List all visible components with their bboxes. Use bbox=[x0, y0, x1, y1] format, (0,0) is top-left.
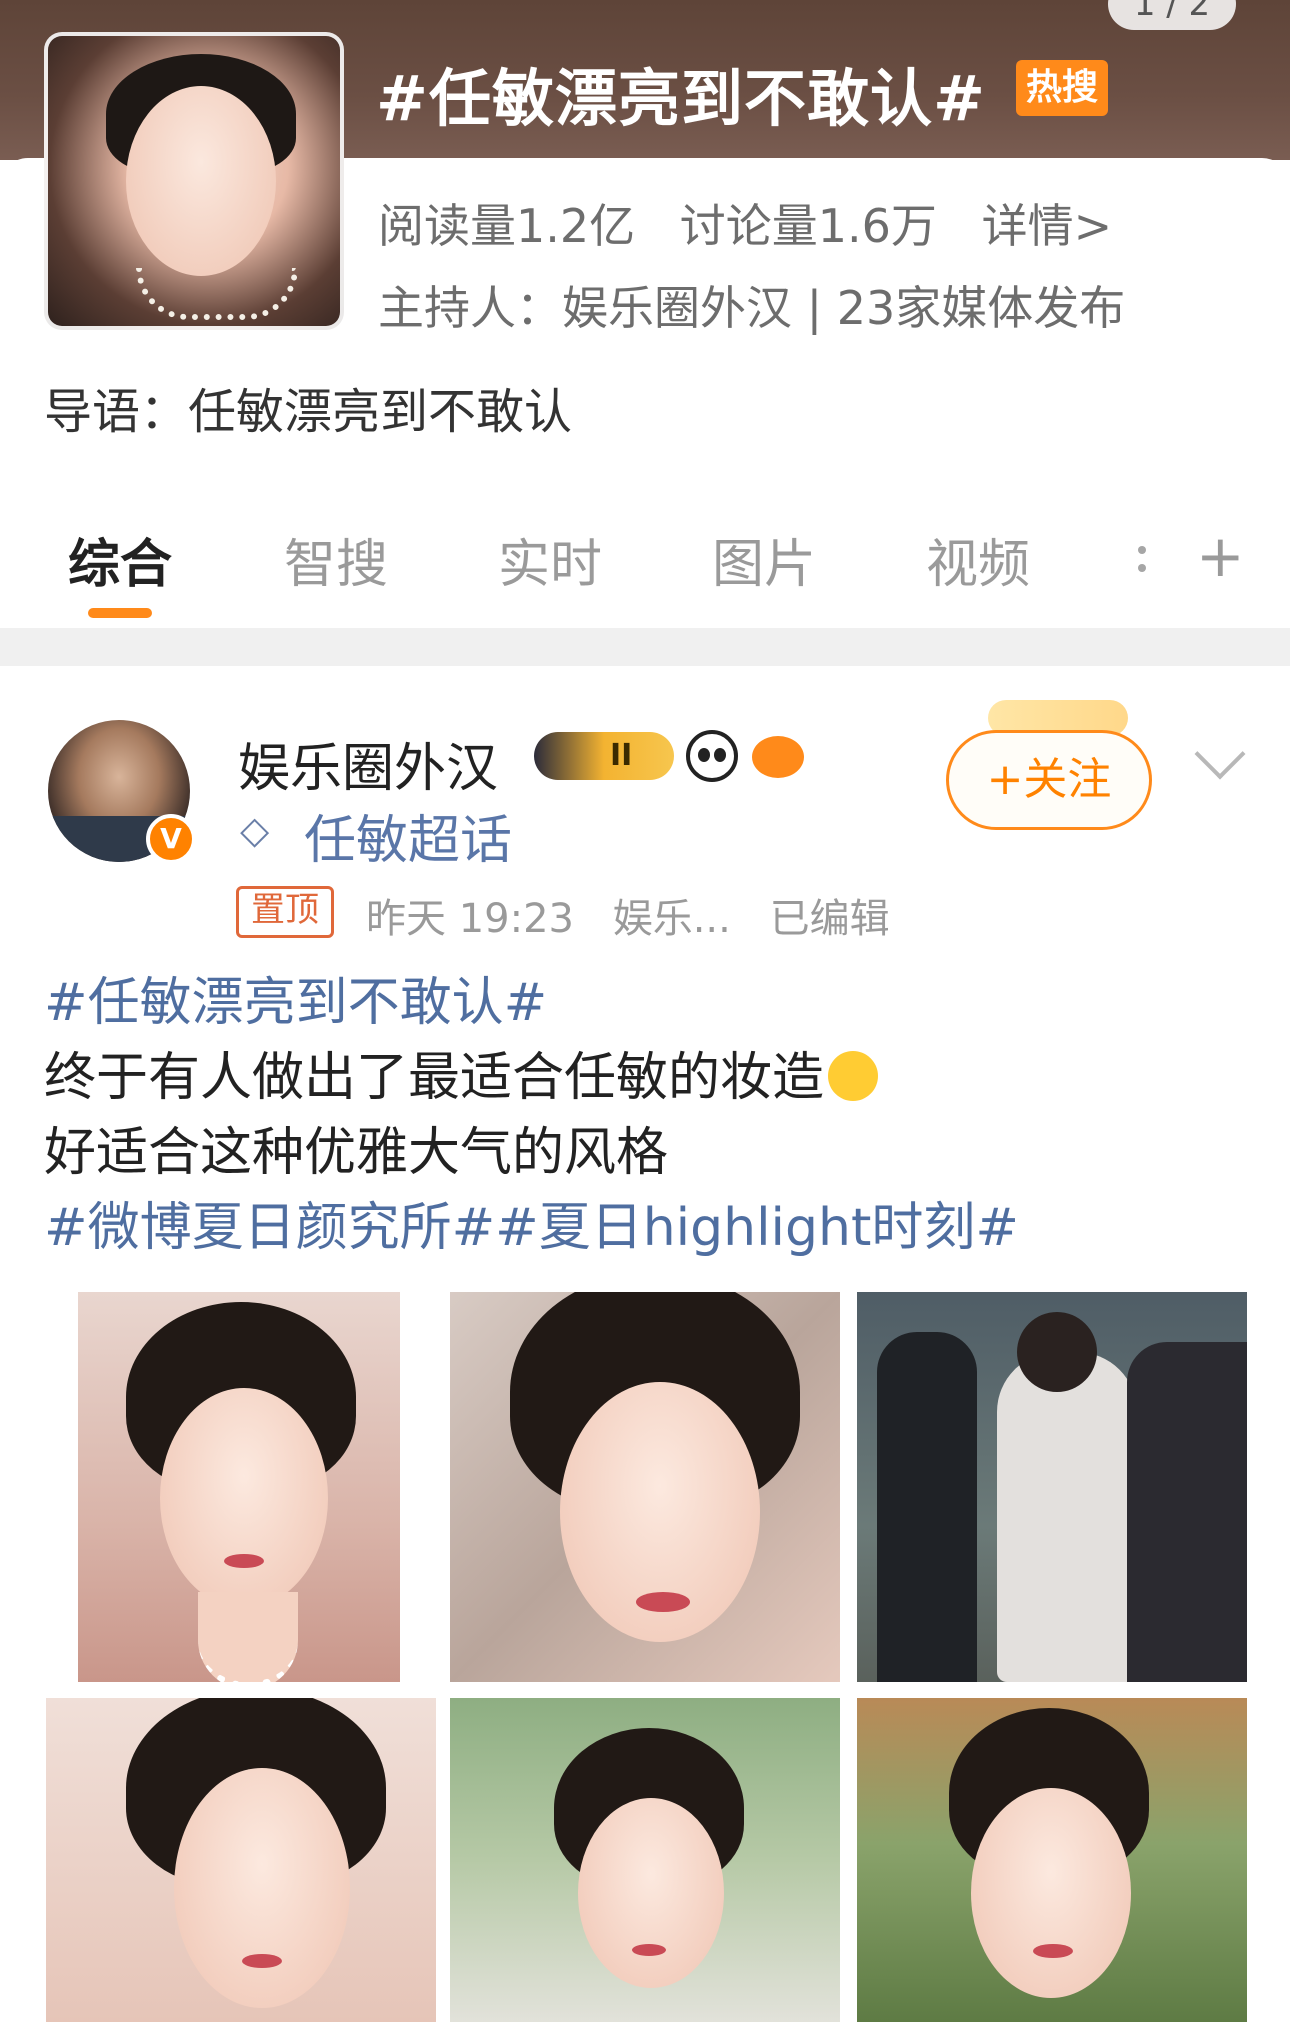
tab-bar: 综合 智搜 实时 图片 视频 + bbox=[0, 512, 1290, 622]
post-photo-5[interactable] bbox=[450, 1698, 840, 2022]
verified-v-icon: V bbox=[146, 814, 196, 864]
tab-realtime[interactable]: 实时 bbox=[498, 522, 602, 597]
edited-label: 已编辑 bbox=[769, 896, 890, 942]
super-topic-link[interactable]: 任敏超话 bbox=[304, 798, 512, 873]
post-source: 娱乐... bbox=[612, 896, 731, 942]
page-indicator: 1 / 2 bbox=[1108, 0, 1236, 30]
diamond-icon: ◇ bbox=[240, 808, 270, 852]
post-photo-1[interactable] bbox=[78, 1292, 400, 1682]
chevron-down-icon[interactable] bbox=[1194, 728, 1246, 780]
post-time: 昨天 19:23 bbox=[366, 896, 574, 942]
post-text-line: 好适合这种优雅大气的风格 bbox=[44, 1123, 669, 1183]
section-divider bbox=[0, 628, 1290, 666]
topic-cover-image[interactable] bbox=[44, 32, 344, 330]
tab-images[interactable]: 图片 bbox=[712, 522, 816, 597]
touched-emoji-icon bbox=[828, 1051, 879, 1101]
panda-icon[interactable] bbox=[686, 730, 738, 782]
post-text-line-content: 终于有人做出了最适合任敏的妆造 bbox=[44, 1048, 825, 1108]
tab-overflow-icon bbox=[1138, 546, 1146, 586]
add-tab-icon[interactable]: + bbox=[1196, 522, 1245, 590]
hashtag-link[interactable]: #任敏漂亮到不敢认# bbox=[44, 966, 1019, 1041]
details-link[interactable]: 详情> bbox=[982, 199, 1113, 253]
hot-search-badge: 热搜 bbox=[1016, 60, 1109, 116]
post-meta: 昨天 19:23 娱乐... 已编辑 bbox=[366, 886, 916, 944]
post-photo-2[interactable] bbox=[450, 1292, 840, 1682]
tab-smart-search[interactable]: 智搜 bbox=[284, 522, 388, 597]
follow-button[interactable]: +关注 bbox=[946, 730, 1152, 830]
discussion-count: 讨论量1.6万 bbox=[679, 199, 937, 253]
topic-stats: 阅读量1.2亿 讨论量1.6万 详情> bbox=[378, 190, 1142, 256]
post-username[interactable]: 娱乐圈外汉 bbox=[238, 726, 498, 801]
post-text-line: 终于有人做出了最适合任敏的妆造 bbox=[44, 1041, 1019, 1116]
tab-videos[interactable]: 视频 bbox=[926, 522, 1030, 597]
read-count: 阅读量1.2亿 bbox=[378, 199, 636, 253]
topic-intro: 导语：任敏漂亮到不敢认 bbox=[44, 384, 573, 440]
topic-host[interactable]: 主持人：娱乐圈外汉 | 23家媒体发布 bbox=[378, 272, 1125, 338]
topic-title: #任敏漂亮到不敢认# bbox=[376, 62, 986, 135]
post-photo-6[interactable] bbox=[857, 1698, 1247, 2022]
hashtag-link[interactable]: #微博夏日颜究所##夏日highlight时刻# bbox=[44, 1191, 1019, 1266]
post-photo-3[interactable] bbox=[857, 1292, 1247, 1682]
tab-comprehensive[interactable]: 综合 bbox=[68, 522, 172, 597]
post-photo-4[interactable] bbox=[46, 1698, 436, 2022]
active-tab-indicator bbox=[88, 608, 152, 618]
pinned-tag: 置顶 bbox=[236, 886, 334, 938]
post-body: #任敏漂亮到不敢认# 终于有人做出了最适合任敏的妆造 好适合这种优雅大气的风格 … bbox=[44, 966, 1019, 1266]
fish-icon[interactable] bbox=[752, 736, 804, 778]
crown-icon[interactable]: II bbox=[534, 732, 674, 780]
